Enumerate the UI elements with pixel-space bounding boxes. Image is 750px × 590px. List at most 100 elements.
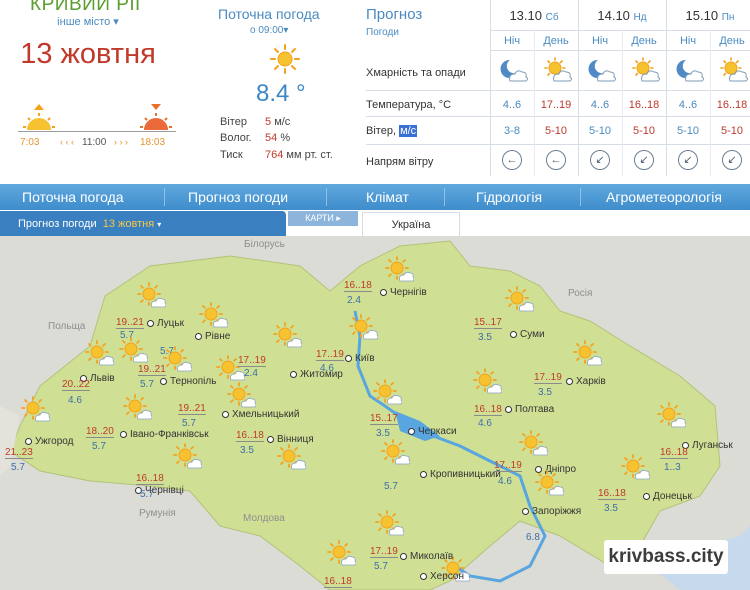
map-city-temp: 19..21	[116, 317, 144, 329]
map-city-temp: 15..17	[474, 317, 502, 329]
day-header[interactable]: 13.10 Сб	[490, 8, 578, 23]
sun-cloud-icon	[327, 540, 356, 566]
forecast-title: Прогноз	[366, 6, 423, 23]
sun-cloud-icon	[273, 322, 302, 348]
arrows-left-decor: ‹ ‹ ‹	[60, 137, 74, 147]
forecast-wind: 5-10	[676, 125, 700, 137]
sun-cloud-icon	[173, 443, 202, 469]
map-city[interactable]: Суми	[510, 329, 545, 340]
grid-line	[490, 50, 750, 51]
nav-current-weather[interactable]: Поточна погода	[22, 189, 124, 205]
map-city[interactable]: Кропивницький	[420, 469, 501, 480]
map-city-temp: 16..18	[236, 430, 264, 442]
sun-cloud-icon	[519, 430, 548, 456]
map-city[interactable]: Чернігів	[380, 287, 427, 298]
row-label-temperature: Температура, °C	[366, 99, 452, 111]
current-weather-title: Поточна погода	[218, 6, 320, 22]
nav-separator	[164, 188, 165, 206]
wind-unit-selected[interactable]: м/с	[399, 125, 418, 137]
sun-cloud-icon	[621, 454, 650, 480]
map-city[interactable]: Житомир	[290, 369, 343, 380]
sunset-time: 18:03	[140, 137, 166, 148]
page: КРИВИЙ РІГ інше місто ▾ 13 жовтня 7:03 ‹…	[0, 0, 750, 590]
map-city-wind: 5.7	[140, 379, 154, 390]
map-city[interactable]: Тернопіль	[160, 376, 216, 387]
map-city[interactable]: Полтава	[505, 404, 554, 415]
other-city-link[interactable]: інше місто ▾	[0, 15, 176, 28]
sun-cloud-icon	[349, 314, 378, 340]
sunrise-icon	[23, 104, 55, 130]
wind-direction-icon: ↙	[590, 150, 610, 170]
map-city-temp: 17..19	[494, 460, 522, 472]
sun-cloud-icon	[227, 382, 256, 408]
nav-forecast[interactable]: Прогноз погоди	[188, 189, 288, 205]
sunrise-time: 7:03	[20, 137, 40, 148]
map-city-temp: 16..18	[598, 488, 626, 500]
map-city-temp: 20..22	[62, 379, 90, 391]
city-name: КРИВИЙ РІГ	[30, 0, 146, 15]
period-header: Ніч	[503, 35, 521, 47]
map-city[interactable]: Ужгород	[25, 436, 73, 447]
map-city-wind: 5.7	[11, 462, 25, 473]
map-city[interactable]: Черкаси	[408, 426, 457, 437]
map-city[interactable]: Івано-Франківськ	[120, 429, 209, 440]
grid-line	[366, 144, 750, 145]
moon-cloud-icon	[676, 59, 704, 82]
sun-cloud-icon	[505, 286, 534, 312]
map-city-wind: 3.5	[478, 332, 492, 343]
current-temperature: 8.4 °	[256, 80, 306, 107]
humidity-unit: %	[280, 132, 291, 144]
wind-row: 5 м/с	[265, 116, 290, 128]
forecast-label: Прогноз погоди	[18, 218, 97, 230]
chevron-down-icon: ▾	[157, 220, 162, 229]
period-header: День	[719, 35, 745, 47]
country-label: Білорусь	[244, 239, 285, 250]
map-city[interactable]: Рівне	[195, 331, 230, 342]
sun-cloud-icon	[85, 340, 114, 366]
period-header: Ніч	[679, 35, 697, 47]
day-header[interactable]: 14.10 Нд	[578, 8, 666, 23]
map-city[interactable]: Луцьк	[147, 318, 184, 329]
day-header[interactable]: 15.10 Пн	[666, 8, 750, 23]
wind-direction-icon: ←	[546, 150, 566, 170]
map-city-temp: 15..17	[370, 413, 398, 425]
map-city-wind: 5.7	[140, 489, 154, 500]
map-city[interactable]: Запоріжжя	[522, 506, 581, 517]
row-label-wind-direction: Напрям вітру	[366, 156, 434, 168]
map-city[interactable]: Вінниця	[267, 434, 314, 445]
current-time-select[interactable]: о 09:00▾	[250, 25, 288, 36]
forecast-wind: 5-10	[544, 125, 568, 137]
sun-cloud-icon	[119, 337, 148, 363]
maps-label: КАРТИ	[305, 213, 334, 223]
pressure-row: 764 мм рт. ст.	[265, 149, 333, 161]
grid-line	[490, 0, 491, 176]
forecast-date-selector[interactable]: Прогноз погоди 13 жовтня ▾	[18, 218, 161, 230]
map-city[interactable]: Київ	[345, 353, 375, 364]
nav-climate[interactable]: Клімат	[366, 189, 409, 205]
maps-tab[interactable]: КАРТИ ▸	[288, 211, 358, 226]
sun-cloud-icon	[21, 396, 50, 422]
map-city[interactable]: Донецьк	[643, 491, 692, 502]
map-city[interactable]: Харків	[566, 376, 606, 387]
region-tab-ukraine[interactable]: Україна	[362, 212, 460, 236]
map-city[interactable]: Луганськ	[682, 440, 733, 451]
forecast-wind: 5-10	[632, 125, 656, 137]
map-city-wind: 4.6	[320, 363, 334, 374]
map-city[interactable]: Хмельницький	[222, 409, 299, 420]
grid-line	[490, 30, 750, 31]
wind-value: 5	[265, 116, 272, 128]
map-city-wind: 5.7	[384, 481, 398, 492]
wind-direction-icon: ↙	[678, 150, 698, 170]
forecast-wind: 5-10	[588, 125, 612, 137]
grid-line	[366, 90, 750, 91]
weather-map[interactable]: Білорусь Росія Польща Румунія Молдова Лу…	[0, 236, 750, 590]
map-city-temp: 16..18	[474, 404, 502, 416]
wind-direction-icon: ↙	[634, 150, 654, 170]
arrows-right-decor: › › ›	[114, 137, 128, 147]
nav-agrometeorology[interactable]: Агрометеорологія	[606, 189, 722, 205]
nav-hydrology[interactable]: Гідрологія	[476, 189, 542, 205]
map-city[interactable]: Миколаїв	[400, 551, 453, 562]
row-label-clouds: Хмарність та опади	[366, 67, 466, 79]
forecast-temp: 16..18	[628, 99, 660, 111]
map-city[interactable]: Херсон	[420, 571, 464, 582]
